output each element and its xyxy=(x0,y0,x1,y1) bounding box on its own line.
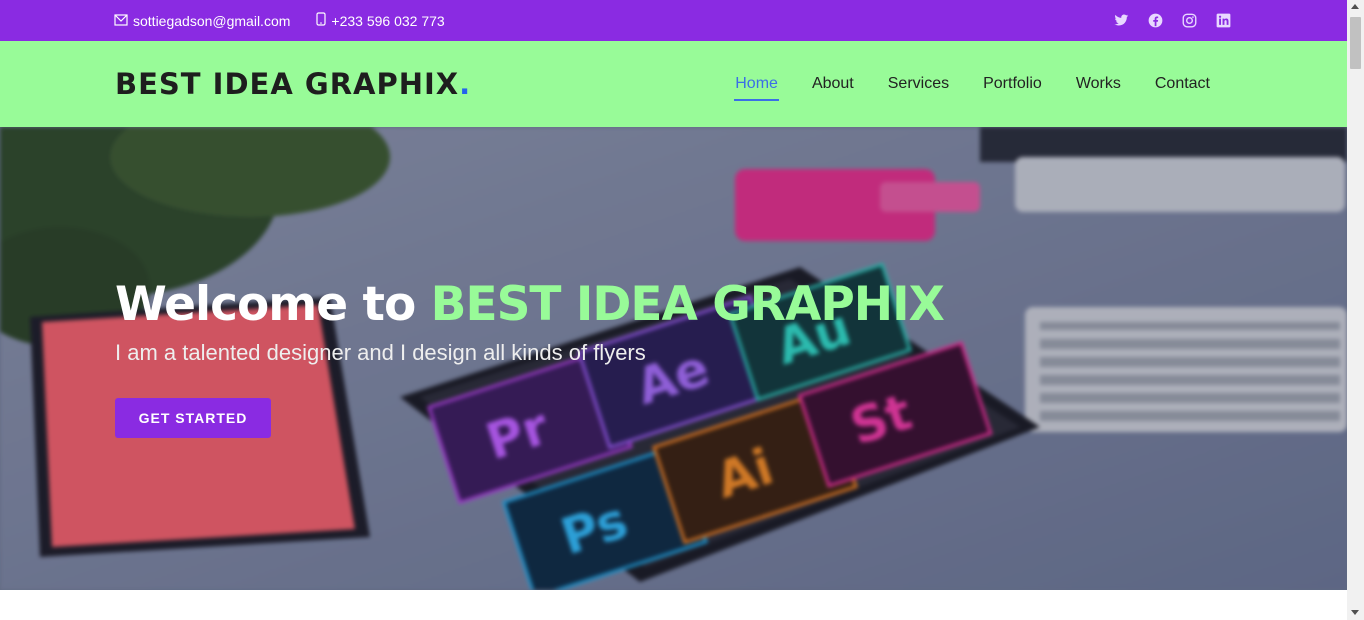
hero-subtitle: I am a talented designer and I design al… xyxy=(115,340,646,365)
contact-info: sottiegadson@gmail.com +233 596 032 773 xyxy=(114,12,445,29)
logo-text: BEST IDEA GRAPHIX xyxy=(115,67,460,101)
email-contact[interactable]: sottiegadson@gmail.com xyxy=(114,13,290,29)
next-section xyxy=(0,590,1347,620)
hero-title-prefix: Welcome to xyxy=(115,277,431,332)
scroll-up-arrow-icon[interactable] xyxy=(1351,4,1359,9)
nav-contact[interactable]: Contact xyxy=(1138,75,1227,101)
nav-home[interactable]: Home xyxy=(718,75,795,101)
scrollbar-thumb[interactable] xyxy=(1350,17,1361,69)
nav-services[interactable]: Services xyxy=(871,75,966,101)
nav-about[interactable]: About xyxy=(795,75,871,101)
main-nav: Home About Services Portfolio Works Cont… xyxy=(718,75,1227,101)
vertical-scrollbar[interactable] xyxy=(1347,0,1364,620)
envelope-icon xyxy=(114,13,128,29)
linkedin-icon[interactable] xyxy=(1215,12,1231,28)
page: sottiegadson@gmail.com +233 596 032 773 xyxy=(0,0,1364,620)
hero-title-brand: BEST IDEA GRAPHIX xyxy=(430,277,945,332)
hero-section: Pr Ae Au Ps Ai St Welcome to BEST IDEA G… xyxy=(0,127,1347,590)
top-bar: sottiegadson@gmail.com +233 596 032 773 xyxy=(0,0,1347,41)
email-text: sottiegadson@gmail.com xyxy=(133,12,291,29)
facebook-icon[interactable] xyxy=(1147,12,1163,28)
instagram-icon[interactable] xyxy=(1181,12,1197,28)
site-header: BEST IDEA GRAPHIX. Home About Services P… xyxy=(0,41,1347,127)
logo-dot: . xyxy=(459,67,472,101)
phone-text: +233 596 032 773 xyxy=(331,12,445,29)
phone-icon xyxy=(316,12,327,29)
twitter-icon[interactable] xyxy=(1113,12,1129,28)
site-logo[interactable]: BEST IDEA GRAPHIX. xyxy=(115,67,471,101)
hero-title: Welcome to BEST IDEA GRAPHIX xyxy=(115,277,945,332)
scroll-down-arrow-icon[interactable] xyxy=(1351,610,1359,615)
social-links xyxy=(1113,12,1231,28)
nav-portfolio[interactable]: Portfolio xyxy=(966,75,1059,101)
nav-works[interactable]: Works xyxy=(1059,75,1138,101)
phone-contact[interactable]: +233 596 032 773 xyxy=(316,12,445,29)
get-started-button[interactable]: GET STARTED xyxy=(115,398,271,438)
